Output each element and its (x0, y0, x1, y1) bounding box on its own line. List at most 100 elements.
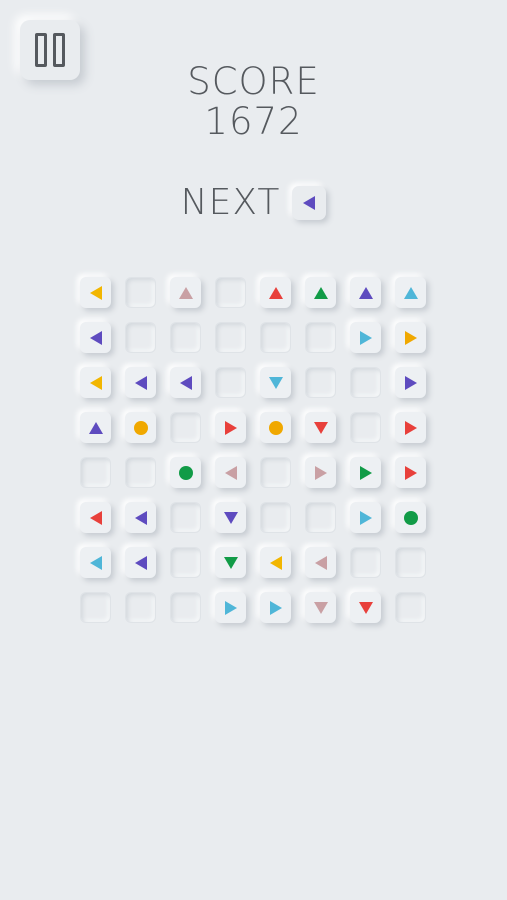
circle-icon (178, 465, 193, 480)
right-arrow-icon (404, 330, 417, 345)
board-tile[interactable] (350, 277, 381, 308)
down-arrow-icon (223, 556, 238, 569)
board-cell-empty[interactable] (80, 592, 111, 623)
right-arrow-icon (224, 420, 237, 435)
left-arrow-icon (134, 375, 147, 390)
board-tile[interactable] (125, 547, 156, 578)
board-cell-empty[interactable] (350, 367, 381, 398)
board-cell-empty[interactable] (395, 592, 426, 623)
board-tile[interactable] (125, 502, 156, 533)
board-tile[interactable] (305, 457, 336, 488)
board-cell-empty[interactable] (125, 457, 156, 488)
board-cell-empty[interactable] (170, 592, 201, 623)
board-tile[interactable] (260, 367, 291, 398)
board-cell-empty[interactable] (305, 322, 336, 353)
board-cell-empty[interactable] (305, 502, 336, 533)
board-tile[interactable] (170, 457, 201, 488)
board-cell-empty[interactable] (80, 457, 111, 488)
board-tile[interactable] (395, 412, 426, 443)
down-arrow-icon (358, 601, 373, 614)
score-value: 1672 (204, 100, 303, 143)
board-cell-empty[interactable] (125, 277, 156, 308)
board-tile[interactable] (80, 277, 111, 308)
board-tile[interactable] (350, 322, 381, 353)
board-tile[interactable] (215, 502, 246, 533)
board-tile[interactable] (215, 412, 246, 443)
next-piece-tile (292, 185, 327, 220)
board-tile[interactable] (215, 457, 246, 488)
left-arrow-icon (89, 510, 102, 525)
down-arrow-icon (313, 421, 328, 434)
down-arrow-icon (223, 511, 238, 524)
board-cell-empty[interactable] (305, 367, 336, 398)
game-board (80, 277, 430, 627)
board-tile[interactable] (305, 547, 336, 578)
board-cell-empty[interactable] (350, 412, 381, 443)
left-arrow-icon (89, 285, 102, 300)
board-tile[interactable] (125, 412, 156, 443)
circle-icon (403, 510, 418, 525)
left-arrow-icon (269, 555, 282, 570)
right-arrow-icon (359, 510, 372, 525)
board-cell-empty[interactable] (125, 592, 156, 623)
up-arrow-icon (88, 421, 103, 434)
board-cell-empty[interactable] (350, 547, 381, 578)
board-tile[interactable] (350, 592, 381, 623)
right-arrow-icon (404, 375, 417, 390)
left-arrow-icon (89, 375, 102, 390)
next-piece-panel: NEXT (0, 182, 507, 223)
right-arrow-icon (404, 420, 417, 435)
board-tile[interactable] (395, 502, 426, 533)
board-tile[interactable] (80, 412, 111, 443)
left-arrow-icon (224, 465, 237, 480)
board-cell-empty[interactable] (170, 322, 201, 353)
board-cell-empty[interactable] (125, 322, 156, 353)
board-tile[interactable] (80, 367, 111, 398)
board-cell-empty[interactable] (260, 457, 291, 488)
board-tile[interactable] (350, 457, 381, 488)
up-arrow-icon (358, 286, 373, 299)
board-cell-empty[interactable] (260, 322, 291, 353)
board-tile[interactable] (260, 412, 291, 443)
board-tile[interactable] (350, 502, 381, 533)
board-tile[interactable] (80, 502, 111, 533)
left-arrow-icon (314, 555, 327, 570)
up-arrow-icon (178, 286, 193, 299)
board-tile[interactable] (260, 547, 291, 578)
left-arrow-icon (134, 555, 147, 570)
board-tile[interactable] (395, 277, 426, 308)
board-tile[interactable] (395, 322, 426, 353)
board-tile[interactable] (215, 547, 246, 578)
right-arrow-icon (359, 330, 372, 345)
next-label: NEXT (180, 182, 281, 223)
down-arrow-icon (268, 376, 283, 389)
board-tile[interactable] (260, 592, 291, 623)
board-tile[interactable] (215, 592, 246, 623)
board-cell-empty[interactable] (170, 547, 201, 578)
board-tile[interactable] (170, 367, 201, 398)
board-cell-empty[interactable] (260, 502, 291, 533)
down-arrow-icon (313, 601, 328, 614)
up-arrow-icon (268, 286, 283, 299)
board-cell-empty[interactable] (170, 412, 201, 443)
board-cell-empty[interactable] (395, 547, 426, 578)
board-tile[interactable] (305, 277, 336, 308)
board-cell-empty[interactable] (215, 277, 246, 308)
board-tile[interactable] (305, 592, 336, 623)
board-cell-empty[interactable] (215, 367, 246, 398)
board-tile[interactable] (305, 412, 336, 443)
up-arrow-icon (403, 286, 418, 299)
board-tile[interactable] (125, 367, 156, 398)
board-tile[interactable] (170, 277, 201, 308)
board-tile[interactable] (80, 322, 111, 353)
board-tile[interactable] (80, 547, 111, 578)
up-arrow-icon (313, 286, 328, 299)
board-cell-empty[interactable] (170, 502, 201, 533)
board-tile[interactable] (395, 367, 426, 398)
board-cell-empty[interactable] (215, 322, 246, 353)
right-arrow-icon (224, 600, 237, 615)
board-tile[interactable] (395, 457, 426, 488)
board-tile[interactable] (260, 277, 291, 308)
left-arrow-icon (179, 375, 192, 390)
right-arrow-icon (314, 465, 327, 480)
